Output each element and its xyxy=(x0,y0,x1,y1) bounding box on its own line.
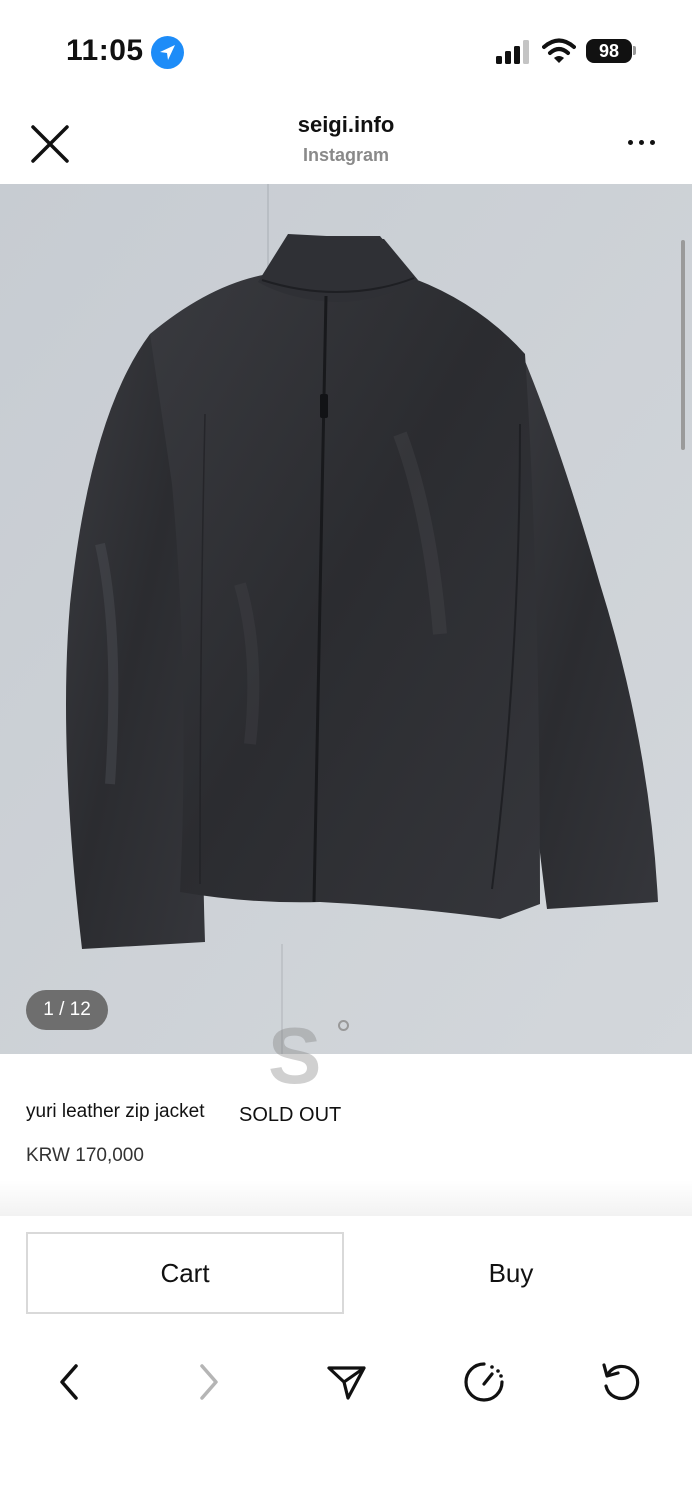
divider xyxy=(0,1180,692,1216)
watermark-logo: S xyxy=(268,1011,322,1100)
status-time: 11:05 xyxy=(66,34,144,67)
status-bar: 11:05 98 xyxy=(0,0,692,100)
product-price: KRW 170,000 xyxy=(26,1145,144,1166)
site-source: Instagram xyxy=(302,145,390,165)
reload-icon[interactable] xyxy=(598,1360,642,1404)
share-icon[interactable] xyxy=(324,1360,368,1404)
product-photo[interactable] xyxy=(0,184,692,1054)
sold-out-badge: SOLD OUT xyxy=(239,1104,342,1126)
scroll-indicator[interactable] xyxy=(681,240,685,450)
back-icon[interactable] xyxy=(48,1360,92,1404)
buy-button[interactable]: Buy xyxy=(352,1232,670,1314)
more-options-icon[interactable] xyxy=(626,130,658,154)
cart-button[interactable]: Cart xyxy=(26,1232,344,1314)
image-counter: 1 / 12 xyxy=(26,990,108,1030)
site-title: seigi.info xyxy=(297,112,395,137)
speed-icon[interactable] xyxy=(462,1360,506,1404)
cellular-signal-icon xyxy=(496,40,529,64)
wifi-icon xyxy=(542,38,576,63)
product-name: yuri leather zip jacket xyxy=(26,1101,205,1122)
watermark-dot xyxy=(338,1020,349,1031)
jacket-image xyxy=(0,184,692,1054)
location-arrow-icon xyxy=(151,36,184,69)
battery-level: 98 xyxy=(586,39,632,63)
battery-tip xyxy=(633,46,636,55)
forward-icon[interactable] xyxy=(186,1360,230,1404)
